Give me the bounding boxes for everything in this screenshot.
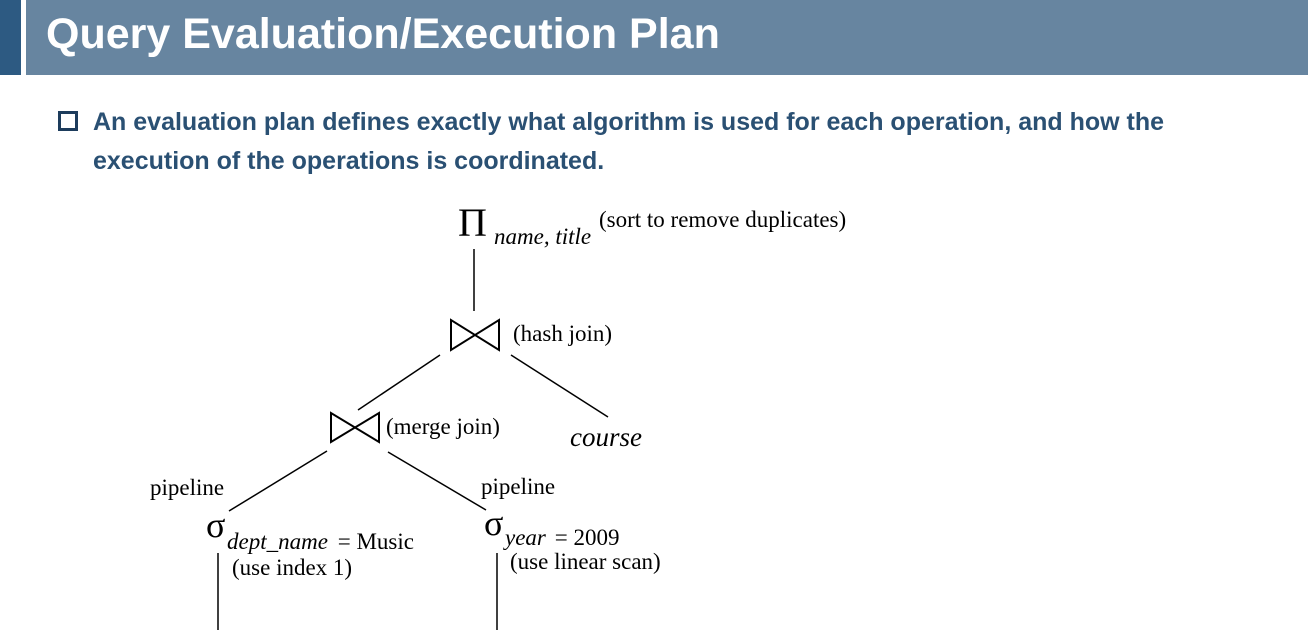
select-left-symbol: σ (206, 505, 225, 545)
select-left-attribute: dept_name (227, 529, 328, 554)
select-right-attribute: year (503, 525, 547, 550)
edge-hashjoin-mergejoin (357, 354, 441, 411)
select-left-condition: = Music (332, 529, 414, 554)
select-right-annotation: (use linear scan) (510, 549, 661, 574)
pipeline-label-left: pipeline (150, 475, 224, 500)
projection-symbol: Π (458, 200, 487, 245)
merge-join-icon (330, 411, 380, 444)
edge-mergejoin-select-left (228, 450, 328, 512)
select-right-symbol: σ (484, 503, 503, 543)
projection-subscript: name, title (494, 224, 591, 249)
evaluation-plan-diagram: Π name, title (sort to remove duplicates… (150, 200, 846, 630)
select-left-annotation: (use index 1) (232, 555, 352, 580)
edge-mergejoin-select-right (387, 451, 487, 511)
pipeline-label-right: pipeline (481, 474, 555, 499)
course-relation: course (570, 422, 642, 452)
projection-annotation: (sort to remove duplicates) (599, 207, 846, 232)
edge-hashjoin-course (510, 354, 609, 418)
hash-join-annotation: (hash join) (513, 321, 612, 346)
hash-join-icon (450, 318, 500, 352)
merge-join-annotation: (merge join) (386, 414, 500, 439)
select-right-condition: = 2009 (549, 525, 619, 550)
